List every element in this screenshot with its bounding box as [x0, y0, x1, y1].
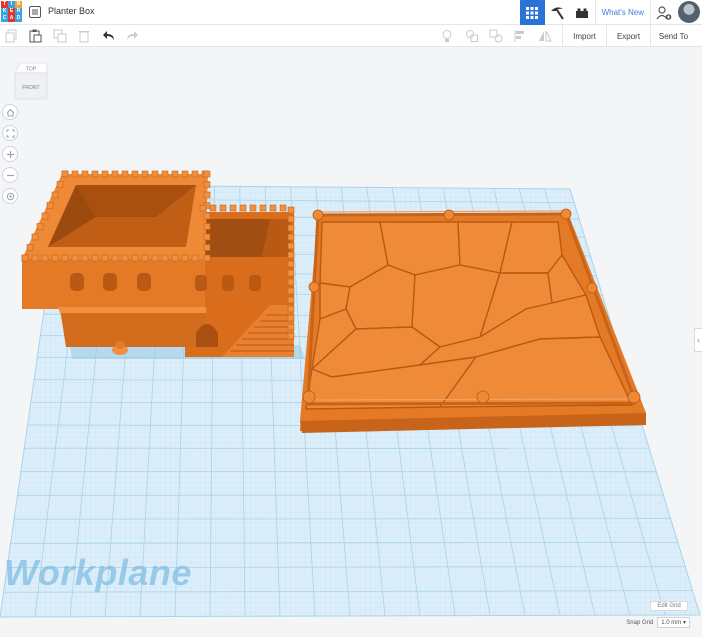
import-button[interactable]: Import [562, 25, 606, 47]
logo-letter: I [8, 1, 15, 8]
minus-icon [6, 174, 14, 176]
home-icon [6, 108, 14, 116]
export-button[interactable]: Export [606, 25, 650, 47]
viewcube-front-label: FRONT [22, 85, 39, 91]
paste-icon[interactable] [28, 29, 42, 43]
copy-icon[interactable] [5, 29, 19, 43]
top-right-controls: What's New [519, 0, 702, 25]
logo-letter: K [1, 8, 8, 15]
redo-icon[interactable] [125, 29, 139, 43]
snap-grid-control: Snap Grid 1.0 mm ▾ [626, 617, 690, 628]
perspective-icon [6, 192, 14, 200]
chevron-left-icon: ‹ [697, 335, 700, 345]
edit-grid-button[interactable]: Edit Grid [650, 601, 688, 611]
grid-view-icon [526, 6, 539, 19]
whats-new-link[interactable]: What's New [594, 0, 651, 25]
view-cube[interactable]: TOP FRONT [14, 61, 48, 101]
logo-letter: R [15, 8, 22, 15]
light-bulb-icon[interactable] [440, 29, 454, 43]
pickaxe-icon [551, 6, 564, 20]
home-view-button[interactable] [2, 104, 18, 120]
delete-icon[interactable] [77, 29, 91, 43]
ungroup-icon[interactable] [489, 29, 503, 43]
blocks-button[interactable] [545, 0, 570, 25]
snap-grid-value: 1.0 mm [661, 620, 682, 626]
mirror-icon[interactable] [538, 29, 552, 43]
snap-grid-label: Snap Grid [626, 619, 654, 626]
zoom-in-button[interactable] [2, 146, 18, 162]
logo-letter: D [15, 15, 22, 22]
shapes-panel-toggle[interactable]: ‹ [694, 328, 702, 352]
fit-view-icon [6, 129, 14, 137]
stone-floor-object[interactable] [300, 208, 646, 433]
undo-icon[interactable] [102, 29, 116, 43]
3d-viewport[interactable]: TOP FRONT ‹ Workplane Edit Grid Snap Gri… [0, 47, 702, 637]
duplicate-icon[interactable] [53, 29, 67, 43]
group-icon[interactable] [465, 29, 479, 43]
add-user-icon [656, 5, 671, 20]
send-to-button[interactable]: Send To [650, 25, 696, 47]
zoom-out-button[interactable] [2, 167, 18, 183]
logo-letter: N [15, 1, 22, 8]
3d-view-button[interactable] [519, 0, 545, 25]
logo-letter: A [8, 15, 15, 22]
snap-grid-select[interactable]: 1.0 mm ▾ [657, 617, 690, 628]
bricks-button[interactable] [570, 0, 595, 25]
edit-toolbar: Import Export Send To [0, 25, 702, 47]
tinkercad-app: TINKERCAD Planter Box What's New Import … [0, 0, 702, 637]
logo-letter: C [1, 15, 8, 22]
brick-icon [576, 8, 589, 18]
logo-letter: T [1, 1, 8, 8]
viewcube-top-label: TOP [26, 67, 37, 73]
design-title[interactable]: Planter Box [48, 6, 95, 16]
tinkercad-logo[interactable]: TINKERCAD [1, 1, 22, 23]
logo-letter: E [8, 8, 15, 15]
workplane-scene[interactable] [0, 47, 702, 637]
perspective-button[interactable] [2, 188, 18, 204]
user-avatar[interactable] [678, 1, 700, 23]
add-user-button[interactable] [651, 0, 676, 25]
workplane-label: Workplane [4, 552, 192, 593]
design-menu-icon[interactable] [29, 6, 41, 18]
fit-view-button[interactable] [2, 125, 18, 141]
align-icon[interactable] [514, 29, 528, 43]
plus-icon [6, 150, 14, 158]
top-bar: TINKERCAD Planter Box What's New [0, 0, 702, 25]
